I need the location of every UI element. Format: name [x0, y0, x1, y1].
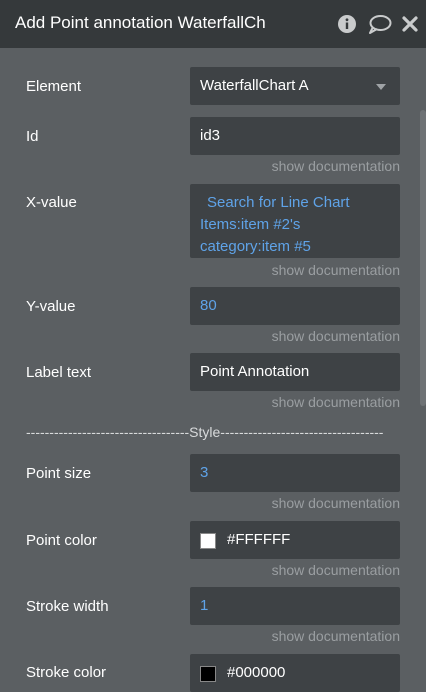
- stroke-width-label: Stroke width: [26, 598, 109, 615]
- element-value: WaterfallChart A: [200, 77, 309, 94]
- y-value-show-documentation[interactable]: show documentation: [264, 328, 400, 344]
- style-section-divider: -----------------------------------Style…: [26, 424, 384, 440]
- y-value-input[interactable]: 80: [190, 287, 400, 325]
- id-label: Id: [26, 128, 39, 145]
- panel-title: Add Point annotation WaterfallCh: [15, 13, 266, 32]
- point-size-value: 3: [200, 464, 209, 481]
- point-color-swatch[interactable]: [200, 533, 216, 549]
- stroke-width-show-documentation[interactable]: show documentation: [264, 628, 400, 644]
- chevron-down-icon: [376, 84, 386, 90]
- close-icon[interactable]: [399, 13, 421, 35]
- point-size-label: Point size: [26, 465, 92, 482]
- stroke-width-value: 1: [200, 597, 209, 614]
- x-value-label: X-value: [26, 194, 77, 211]
- point-color-picker[interactable]: #FFFFFF: [190, 521, 400, 559]
- x-value-line-2[interactable]: Items:item #2's: [200, 216, 300, 233]
- label-text-value: Point Annotation: [200, 363, 310, 380]
- x-value-show-documentation[interactable]: show documentation: [264, 262, 400, 278]
- point-color-value: #FFFFFF: [227, 531, 291, 548]
- properties-panel: Element WaterfallChart A Id id3 show doc…: [0, 48, 426, 692]
- element-dropdown[interactable]: WaterfallChart A: [190, 67, 400, 105]
- panel-header: Add Point annotation WaterfallCh: [0, 0, 426, 48]
- y-value-label: Y-value: [26, 298, 76, 315]
- scrollbar[interactable]: [420, 110, 426, 406]
- x-value-line-3[interactable]: category:item #5: [200, 238, 311, 255]
- point-color-label: Point color: [26, 532, 97, 549]
- stroke-width-input[interactable]: 1: [190, 587, 400, 625]
- point-size-input[interactable]: 3: [190, 454, 400, 492]
- point-color-show-documentation[interactable]: show documentation: [264, 562, 400, 578]
- id-show-documentation[interactable]: show documentation: [264, 158, 400, 174]
- label-text-label: Label text: [26, 364, 92, 381]
- x-value-line-1[interactable]: Search for Line Chart: [207, 194, 350, 211]
- stroke-color-picker[interactable]: #000000: [190, 654, 400, 692]
- id-input[interactable]: id3: [190, 117, 400, 155]
- point-size-show-documentation[interactable]: show documentation: [264, 495, 400, 511]
- label-text-show-documentation[interactable]: show documentation: [264, 394, 400, 410]
- id-value: id3: [200, 127, 221, 144]
- x-value-expression[interactable]: Search for Line Chart Items:item #2's ca…: [190, 184, 400, 258]
- stroke-color-label: Stroke color: [26, 664, 107, 681]
- label-text-input[interactable]: Point Annotation: [190, 353, 400, 391]
- stroke-color-value: #000000: [227, 664, 286, 681]
- info-icon[interactable]: [336, 13, 358, 35]
- element-label: Element: [26, 78, 82, 95]
- comment-icon[interactable]: [367, 13, 393, 35]
- y-value-value: 80: [200, 297, 217, 314]
